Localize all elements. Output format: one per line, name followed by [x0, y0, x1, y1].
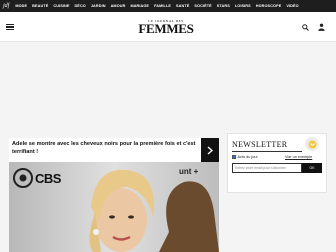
nav-item-beaute[interactable]: BEAUTÉ — [32, 4, 48, 8]
nav-item-deco[interactable]: DÉCO — [74, 4, 85, 8]
email-input[interactable]: Entrez votre email pour s'abonner — [232, 163, 302, 173]
svg-text:unt +: unt + — [179, 167, 199, 176]
nav-item-jardin[interactable]: JARDIN — [91, 4, 106, 8]
nav-item-sante[interactable]: SANTÉ — [176, 4, 189, 8]
user-icon[interactable] — [318, 23, 325, 31]
article-photo[interactable]: unt + CBS — [9, 162, 219, 252]
nav-item-loisirs[interactable]: LOISIRS — [235, 4, 251, 8]
checkbox-label: Actu du jour — [237, 155, 258, 159]
newsletter-title: NEWSLETTER — [232, 140, 288, 149]
newsletter-checkbox[interactable]: Actu du jour — [232, 155, 258, 159]
nav-item-horoscope[interactable]: HOROSCOPE — [256, 4, 282, 8]
mini-logo[interactable]: jdf — [0, 3, 15, 9]
site-logo[interactable]: LE JOURNAL DES FEMMES — [136, 19, 196, 35]
newsletter-box: NEWSLETTER Actu du jour Voir un exemple … — [227, 133, 327, 193]
featured-article[interactable]: Adele se montre avec les cheveux noirs p… — [9, 138, 219, 252]
nav-item-societe[interactable]: SOCIÉTÉ — [194, 4, 211, 8]
nav-item-amour[interactable]: AMOUR — [111, 4, 126, 8]
article-title[interactable]: Adele se montre avec les cheveux noirs p… — [9, 138, 201, 162]
email-placeholder: Entrez votre email pour s'abonner — [235, 166, 286, 170]
search-icon[interactable] — [302, 24, 309, 31]
nav-item-video[interactable]: VIDÉO — [286, 4, 298, 8]
nav-item-stars[interactable]: STARS — [217, 4, 230, 8]
newsletter-badge-icon — [305, 137, 319, 151]
chevron-right-icon — [207, 145, 213, 155]
nav-item-mode[interactable]: MODE — [15, 4, 27, 8]
nav-item-mariage[interactable]: MARIAGE — [130, 4, 149, 8]
example-link[interactable]: Voir un exemple — [285, 155, 312, 159]
site-header: LE JOURNAL DES FEMMES — [0, 12, 336, 42]
checkbox-icon[interactable] — [232, 155, 236, 159]
subscribe-button[interactable]: OK — [302, 163, 322, 173]
brand-big-text: FEMMES — [138, 21, 194, 36]
nav-item-famille[interactable]: FAMILLE — [154, 4, 171, 8]
nav-item-cuisine[interactable]: CUISINE — [53, 4, 69, 8]
menu-icon[interactable] — [6, 24, 14, 30]
newsletter-divider — [232, 151, 302, 152]
cbs-logo-text: CBS — [35, 171, 61, 186]
ad-space — [0, 43, 336, 135]
next-arrow-button[interactable] — [201, 138, 219, 162]
top-navigation: jdf MODE BEAUTÉ CUISINE DÉCO JARDIN AMOU… — [0, 0, 336, 12]
